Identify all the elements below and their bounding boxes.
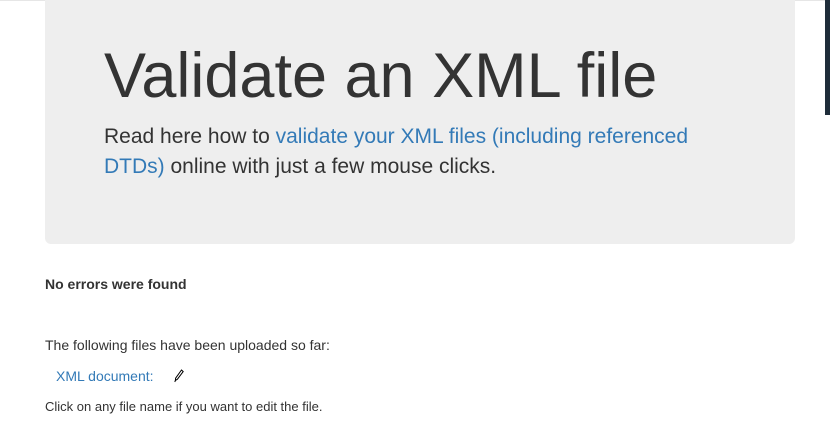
validation-status-message: No errors were found (45, 276, 187, 292)
uploaded-file-row: XML document: (56, 368, 184, 384)
page: Validate an XML file Read here how to va… (0, 0, 830, 429)
xml-document-link[interactable]: XML document: (56, 368, 154, 384)
edit-file-hint: Click on any file name if you want to ed… (45, 399, 323, 414)
right-edge-bar (825, 0, 830, 115)
pencil-icon[interactable] (173, 369, 184, 383)
uploaded-files-intro: The following files have been uploaded s… (45, 337, 330, 353)
lead-text-after: online with just a few mouse clicks. (164, 155, 497, 178)
lead-text-before: Read here how to (104, 125, 276, 148)
page-title: Validate an XML file (104, 41, 658, 111)
jumbotron-lead: Read here how to validate your XML files… (104, 122, 744, 182)
jumbotron: Validate an XML file Read here how to va… (45, 0, 795, 244)
